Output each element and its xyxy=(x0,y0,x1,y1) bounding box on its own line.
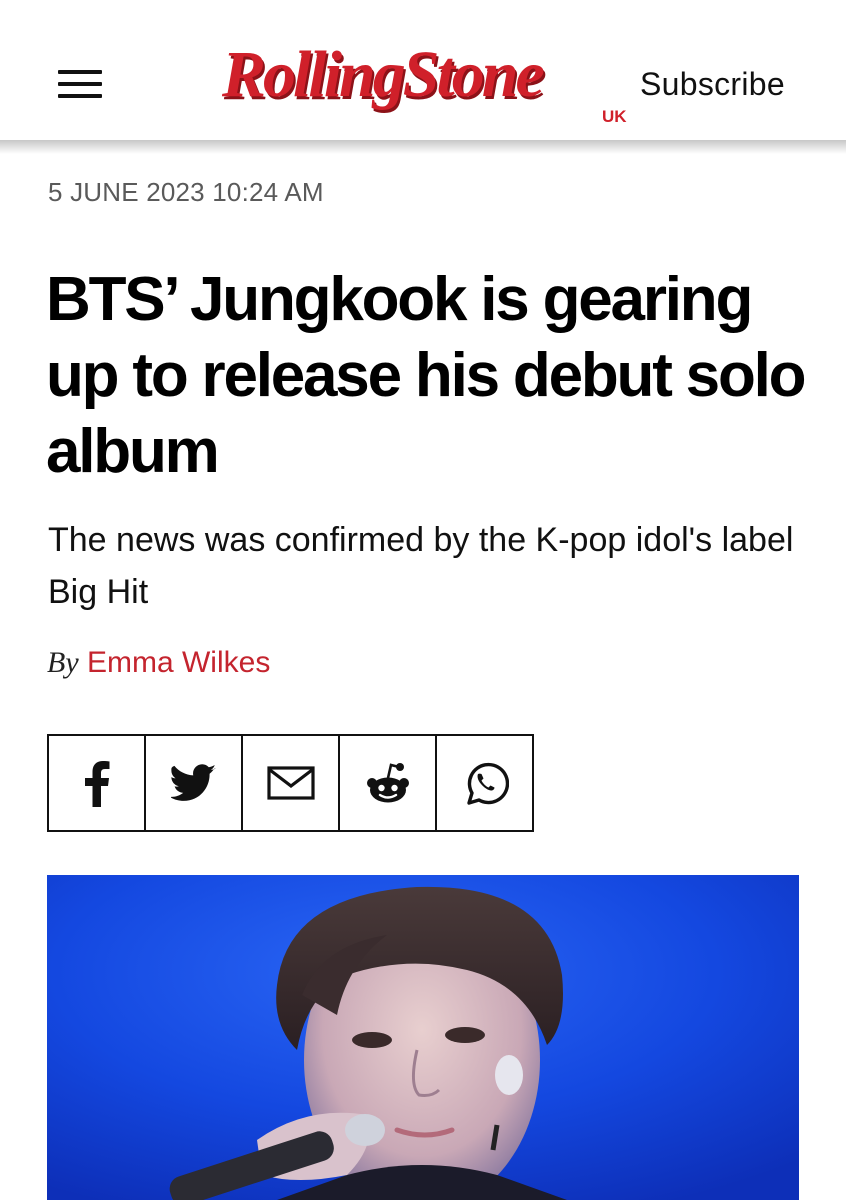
share-facebook-button[interactable] xyxy=(49,736,146,830)
article-subheadline: The news was confirmed by the K-pop idol… xyxy=(48,521,794,611)
header-shadow xyxy=(0,140,846,154)
site-header: RollingStone RollingStone UK Subscribe xyxy=(0,0,846,142)
svg-text:UK: UK xyxy=(602,107,627,126)
svg-text:RollingStone: RollingStone xyxy=(221,38,543,111)
facebook-icon xyxy=(84,761,109,807)
hamburger-menu-icon[interactable] xyxy=(56,66,104,102)
share-email-button[interactable] xyxy=(243,736,340,830)
subscribe-button[interactable]: Subscribe xyxy=(640,66,785,103)
share-reddit-button[interactable] xyxy=(340,736,437,830)
rolling-stone-uk-logo[interactable]: RollingStone RollingStone UK xyxy=(214,34,634,126)
article-headline: BTS’ Jungkook is gearing up to release h… xyxy=(46,265,807,486)
whatsapp-icon xyxy=(466,762,509,805)
article-dateline: 5 JUNE 2023 10:24 AM xyxy=(48,177,324,207)
twitter-icon xyxy=(170,764,216,801)
share-twitter-button[interactable] xyxy=(146,736,243,830)
reddit-icon xyxy=(366,763,409,803)
share-bar xyxy=(47,734,534,832)
email-icon xyxy=(266,766,315,800)
author-link[interactable]: Emma Wilkes xyxy=(87,646,270,679)
hero-image[interactable] xyxy=(47,875,799,1200)
byline-prefix: By xyxy=(47,646,79,679)
byline: By Emma Wilkes xyxy=(47,646,270,680)
share-whatsapp-button[interactable] xyxy=(437,736,534,830)
performer-photo xyxy=(47,875,799,1200)
